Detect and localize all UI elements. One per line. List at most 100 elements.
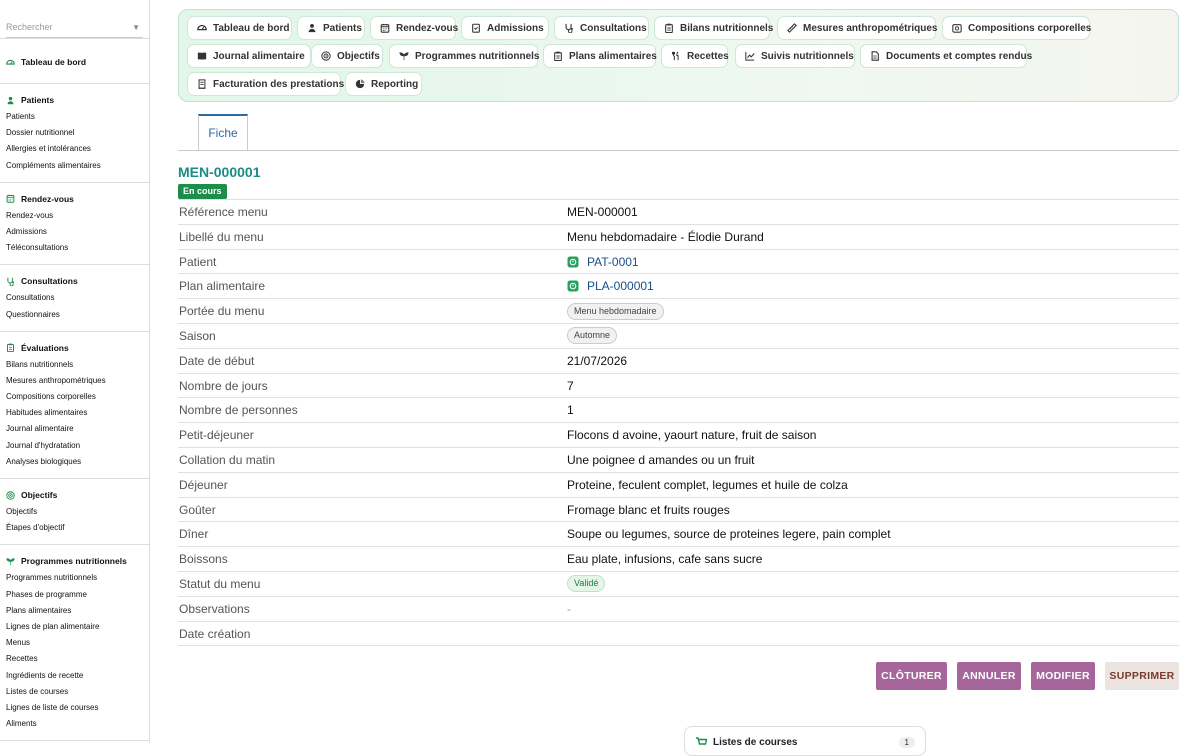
sidebar-item[interactable]: Aliments xyxy=(6,716,143,732)
module-nav: Tableau de bord Patients Rendez-vous Admiss… xyxy=(178,9,1179,102)
sidebar-item[interactable]: Compositions corporelles xyxy=(6,389,143,405)
sidebar-section-title[interactable]: Rendez-vous xyxy=(6,192,143,206)
chevron-down-icon[interactable]: ▼ xyxy=(132,17,140,38)
sidebar-item[interactable]: Phases de programme xyxy=(6,587,143,603)
sidebar-section-label: Tableau de bord xyxy=(21,57,87,67)
action-button[interactable]: CLÔTURER xyxy=(876,662,947,690)
related-card[interactable]: Listes de courses 1 xyxy=(684,726,926,756)
field-value-wrap: PAT-0001 xyxy=(567,250,639,274)
nav-button[interactable]: Objectifs xyxy=(311,44,383,68)
nav-button[interactable]: Rendez-vous xyxy=(370,16,458,40)
sidebar-item[interactable]: Dossier nutritionnel xyxy=(6,125,143,141)
nav-button[interactable]: Compositions corporelles xyxy=(942,16,1091,40)
nav-button[interactable]: Admissions xyxy=(461,16,549,40)
nav-button-label: Suivis nutritionnels xyxy=(761,50,854,62)
field-value: 21/07/2026 xyxy=(567,353,628,368)
field-row: Libellé du menu Menu hebdomadaire - Élodi… xyxy=(178,225,1179,250)
sidebar-item[interactable]: Journal alimentaire xyxy=(6,421,143,437)
section-icon-wrap xyxy=(6,58,15,67)
sidebar-item[interactable]: Plans alimentaires xyxy=(6,603,143,619)
sidebar-item[interactable]: Listes de courses xyxy=(6,684,143,700)
field-label: Observations xyxy=(179,601,250,616)
field-pill: Menu hebdomadaire xyxy=(567,302,664,320)
nav-button[interactable]: Facturation des prestations xyxy=(187,72,344,96)
sidebar-item[interactable]: Programmes nutritionnels xyxy=(6,570,143,586)
user-icon xyxy=(7,96,14,104)
field-label: Saison xyxy=(179,328,216,343)
nav-button[interactable]: Journal alimentaire xyxy=(187,44,311,68)
sidebar-item[interactable]: Téléconsultations xyxy=(6,240,143,256)
sidebar-item[interactable]: Recettes xyxy=(6,651,143,667)
sidebar-section-title[interactable]: Évaluations xyxy=(6,341,143,355)
sidebar-section-title[interactable]: Programmes nutritionnels xyxy=(6,554,143,568)
sidebar-section-title[interactable]: Consultations xyxy=(6,274,143,288)
field-value-wrap: Fromage blanc et fruits rouges xyxy=(567,498,730,522)
sidebar-item[interactable]: Bilans nutritionnels xyxy=(6,357,143,373)
nav-button[interactable]: Bilans nutritionnels xyxy=(654,16,773,40)
field-value-wrap: 7 xyxy=(567,374,574,398)
sidebar-sections: Tableau de bord Patients Patients Dossier n… xyxy=(0,38,149,743)
nav-button-label: Tableau de bord xyxy=(213,22,290,34)
sidebar-item[interactable]: Journal d'hydratation xyxy=(6,438,143,454)
nav-button[interactable]: Programmes nutritionnels xyxy=(389,44,539,68)
field-pill: Validé xyxy=(567,575,606,593)
field-row: Plan alimentaire PLA-000001 xyxy=(178,274,1179,300)
field-value: Une poignee d amandes ou un fruit xyxy=(567,452,755,467)
sidebar-section-title[interactable]: Tableau de bord xyxy=(6,55,143,69)
sidebar-item[interactable]: Ingrédients de recette xyxy=(6,668,143,684)
sidebar-item[interactable]: Étapes d'objectif xyxy=(6,520,143,536)
nav-button[interactable]: Consultations xyxy=(554,16,649,40)
nav-button[interactable]: Plans alimentaires xyxy=(543,44,657,68)
nav-button[interactable]: Reporting xyxy=(345,72,422,96)
field-row: Date de début 21/07/2026 xyxy=(178,349,1179,374)
field-link[interactable]: PLA-000001 xyxy=(587,274,654,298)
sidebar-item[interactable]: Consultations xyxy=(6,290,143,306)
nav-button[interactable]: Tableau de bord xyxy=(187,16,292,40)
nav-button[interactable]: Suivis nutritionnels xyxy=(735,44,855,68)
nav-button[interactable]: Documents et comptes rendus xyxy=(860,44,1032,68)
field-value-wrap: Eau plate, infusions, cafe sans sucre xyxy=(567,547,762,571)
sidebar-section-title[interactable]: Objectifs xyxy=(6,488,143,502)
nav-button-label: Patients xyxy=(323,22,362,34)
field-value-wrap: MEN-000001 xyxy=(567,200,638,224)
sidebar-item[interactable]: Menus xyxy=(6,635,143,651)
sidebar-item[interactable]: Allergies et intolérances xyxy=(6,141,143,157)
dashboard-icon xyxy=(6,59,15,65)
field-row: Saison Automne xyxy=(178,324,1179,349)
nav-button[interactable]: Recettes xyxy=(661,44,729,68)
sidebar-item[interactable]: Lignes de plan alimentaire xyxy=(6,619,143,635)
main-content: Tableau de bord Patients Rendez-vous Admiss… xyxy=(178,0,1179,756)
field-value-wrap: 21/07/2026 xyxy=(567,349,627,373)
pie-chart-icon xyxy=(355,79,365,89)
field-label: Dîner xyxy=(179,527,209,542)
sidebar-item[interactable]: Analyses biologiques xyxy=(6,454,143,470)
sidebar-item[interactable]: Habitudes alimentaires xyxy=(6,405,143,421)
action-button[interactable]: MODIFIER xyxy=(1031,662,1095,690)
action-button[interactable]: SUPPRIMER xyxy=(1105,662,1179,690)
nav-button[interactable]: Mesures anthropométriques xyxy=(777,16,937,40)
field-label: Référence menu xyxy=(179,205,268,219)
sidebar-section-label: Consultations xyxy=(21,276,78,287)
tab-fiche[interactable]: Fiche xyxy=(198,114,248,151)
section-icon-wrap xyxy=(6,96,15,105)
sidebar-item[interactable]: Patients xyxy=(6,109,143,125)
sidebar-item[interactable]: Admissions xyxy=(6,224,143,240)
sidebar-item[interactable]: Compléments alimentaires xyxy=(6,158,143,174)
sidebar-item[interactable]: Rendez-vous xyxy=(6,208,143,224)
sidebar-item[interactable]: Mesures anthropométriques xyxy=(6,373,143,389)
field-value-wrap: Soupe ou legumes, source de proteines le… xyxy=(567,522,891,546)
utensils-icon xyxy=(672,51,679,61)
sidebar-item[interactable]: Objectifs xyxy=(6,504,143,520)
nav-button[interactable]: Patients xyxy=(297,16,365,40)
field-link[interactable]: PAT-0001 xyxy=(587,250,639,274)
book-icon xyxy=(197,52,207,61)
sidebar-item[interactable]: Questionnaires xyxy=(6,307,143,323)
sidebar-item[interactable]: Lignes de liste de courses xyxy=(6,700,143,716)
sidebar-section-title[interactable]: Patients xyxy=(6,93,143,107)
field-value-wrap: Menu hebdomadaire - Élodie Durand xyxy=(567,225,764,249)
nav-button-label: Plans alimentaires xyxy=(569,50,657,62)
field-row: Dîner Soupe ou legumes, source de protein… xyxy=(178,522,1179,548)
stethoscope-icon xyxy=(565,23,573,33)
search-select[interactable]: Rechercher ▼ xyxy=(6,17,143,38)
action-button[interactable]: ANNULER xyxy=(957,662,1021,690)
